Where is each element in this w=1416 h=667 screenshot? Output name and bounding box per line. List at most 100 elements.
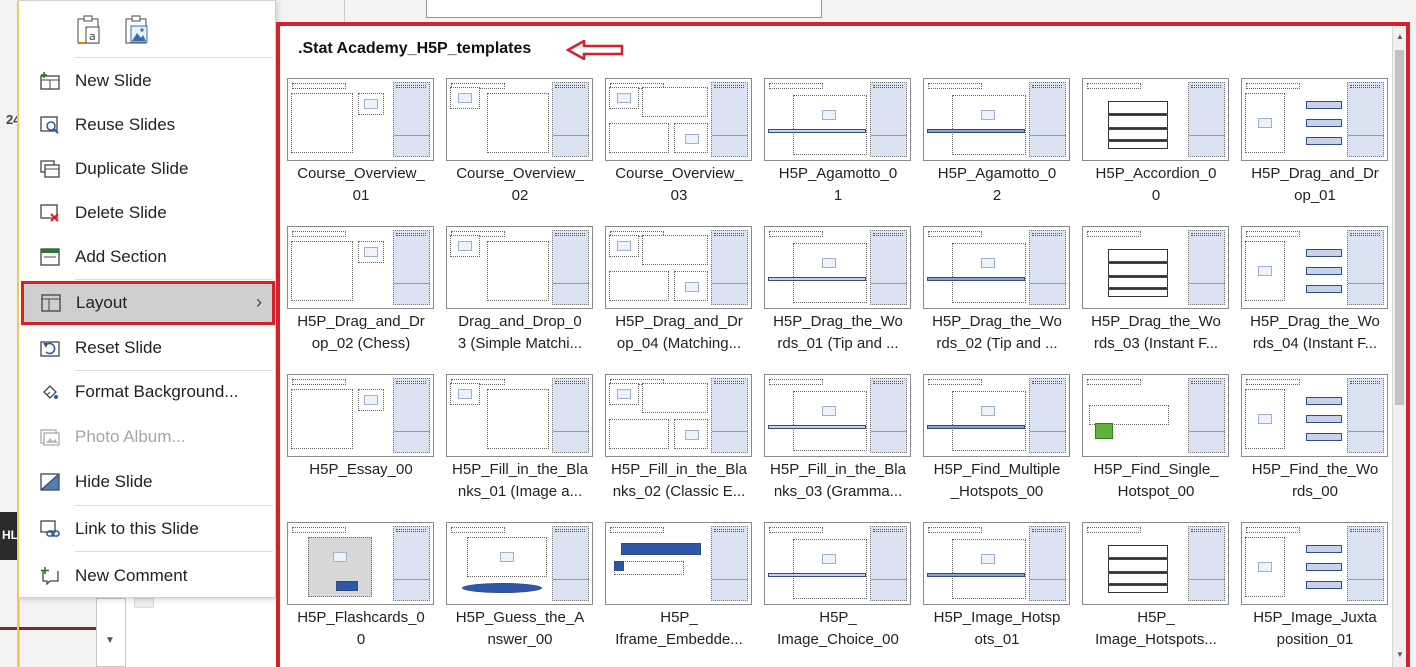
layout-name: H5P_ Image_Hotspots...: [1080, 607, 1232, 651]
scroll-thumb[interactable]: [1395, 50, 1404, 405]
layout-name: H5P_ Iframe_Embedde...: [603, 607, 755, 651]
layout-tile[interactable]: H5P_ Iframe_Embedde...: [603, 520, 762, 667]
layout-tile[interactable]: H5P_Fill_in_the_Bla nks_03 (Gramma...: [762, 372, 921, 520]
scroll-down-icon[interactable]: ▼: [105, 635, 115, 646]
layout-name-line1: Course_Overview_: [615, 165, 743, 182]
layout-tile[interactable]: H5P_Image_Hotsp ots_01: [921, 520, 1080, 667]
menu-item-duplicate-slide[interactable]: Duplicate Slide: [23, 149, 275, 189]
layout-tile[interactable]: Course_Overview_ 01: [285, 76, 444, 224]
new-slide-icon: [39, 70, 61, 92]
scroll-down-icon[interactable]: ▼: [1396, 650, 1404, 659]
menu-item-reuse-slides[interactable]: Reuse Slides: [23, 105, 275, 145]
menu-item-label: Delete Slide: [75, 203, 167, 222]
layout-name-line2: Image_Choice_00: [777, 631, 899, 648]
layout-name-line1: H5P_Agamotto_0: [937, 165, 1057, 182]
menu-item-add-section[interactable]: Add Section: [23, 237, 275, 277]
layout-name-line2: rds_03 (Instant F...: [1093, 335, 1219, 352]
layout-tile[interactable]: Course_Overview_ 03: [603, 76, 762, 224]
paste-picture-icon[interactable]: [123, 15, 149, 45]
layout-tile[interactable]: H5P_ Image_Choice_00: [762, 520, 921, 667]
layout-name-line1: H5P_Fill_in_the_Bla: [611, 461, 747, 478]
menu-item-new-comment[interactable]: New Comment: [23, 556, 275, 596]
layout-tile[interactable]: H5P_Guess_the_A nswer_00: [444, 520, 603, 667]
layout-thumbnail: [605, 78, 752, 161]
layout-tile[interactable]: H5P_Agamotto_0 2: [921, 76, 1080, 224]
layout-tile[interactable]: Course_Overview_ 02: [444, 76, 603, 224]
layout-name: H5P_Fill_in_the_Bla nks_02 (Classic E...: [603, 459, 755, 503]
menu-item-link-slide[interactable]: Link to this Slide: [23, 509, 275, 549]
menu-item-format-background[interactable]: Format Background...: [23, 372, 275, 412]
layout-name-line1: H5P_Drag_and_Dr: [297, 313, 425, 330]
gallery-scrollbar[interactable]: ▲ ▼: [1392, 26, 1406, 667]
layout-tile[interactable]: H5P_Find_Single_ Hotspot_00: [1080, 372, 1239, 520]
layout-tile[interactable]: H5P_Fill_in_the_Bla nks_01 (Image a...: [444, 372, 603, 520]
layout-name: Course_Overview_ 03: [603, 163, 755, 207]
layout-tile[interactable]: H5P_Essay_00: [285, 372, 444, 520]
layout-tile[interactable]: H5P_Drag_the_Wo rds_04 (Instant F...: [1239, 224, 1398, 372]
layout-tile[interactable]: H5P_Drag_the_Wo rds_01 (Tip and ...: [762, 224, 921, 372]
layout-name: H5P_Guess_the_A nswer_00: [444, 607, 596, 651]
layout-name-line2: nswer_00: [487, 631, 553, 648]
layout-tile[interactable]: H5P_Find_Multiple _Hotspots_00: [921, 372, 1080, 520]
menu-outline: [17, 1, 19, 667]
layout-name-line1: H5P_Image_Juxta: [1253, 609, 1377, 626]
layout-tile[interactable]: H5P_Drag_the_Wo rds_02 (Tip and ...: [921, 224, 1080, 372]
layout-name-line2: rds_04 (Instant F...: [1252, 335, 1378, 352]
layout-tile[interactable]: H5P_Flashcards_0 0: [285, 520, 444, 667]
layout-thumbnail: [1241, 78, 1388, 161]
layout-name-line2: _Hotspots_00: [950, 483, 1044, 500]
layout-name-line2: rds_01 (Tip and ...: [777, 335, 899, 352]
annotation-arrow-icon: [566, 40, 624, 60]
layout-gallery: .Stat Academy_H5P_templates Course_Overv…: [276, 22, 1410, 667]
layout-name-line2: 0: [1151, 187, 1161, 204]
layout-thumbnail: [764, 226, 911, 309]
layout-name-line1: Course_Overview_: [456, 165, 584, 182]
layout-icon: [40, 292, 62, 314]
layout-tile[interactable]: H5P_Find_the_Wo rds_00: [1239, 372, 1398, 520]
layout-tile[interactable]: H5P_Drag_the_Wo rds_03 (Instant F...: [1080, 224, 1239, 372]
layout-thumbnail: [1241, 226, 1388, 309]
layout-name-line2: 2: [992, 187, 1002, 204]
ribbon-fragment: [276, 0, 1416, 22]
layout-tile[interactable]: H5P_Drag_and_Dr op_01: [1239, 76, 1398, 224]
layout-tile[interactable]: H5P_Accordion_0 0: [1080, 76, 1239, 224]
menu-item-new-slide[interactable]: New Slide: [23, 61, 275, 101]
menu-item-hide-slide[interactable]: Hide Slide: [23, 462, 275, 502]
menu-item-reset-slide[interactable]: Reset Slide: [23, 328, 275, 368]
layout-name-line1: H5P_Find_Single_: [1093, 461, 1219, 478]
layout-grid: Course_Overview_ 01 Course_Overview_ 02 Cour…: [285, 76, 1395, 667]
layout-thumbnail: [446, 226, 593, 309]
menu-item-delete-slide[interactable]: Delete Slide: [23, 193, 275, 233]
layout-thumbnail: [605, 226, 752, 309]
hide-slide-icon: [39, 471, 61, 493]
paste-options: a: [75, 15, 149, 45]
scroll-up-icon[interactable]: ▲: [1396, 32, 1404, 41]
layout-name-line2: op_01: [1294, 187, 1336, 204]
add-section-icon: [39, 246, 61, 268]
layout-name-line2: 03: [670, 187, 688, 204]
layout-name-line1: H5P_Drag_the_Wo: [1250, 313, 1380, 330]
layout-name: H5P_Image_Juxta position_01: [1239, 607, 1391, 651]
layout-tile[interactable]: H5P_Fill_in_the_Bla nks_02 (Classic E...: [603, 372, 762, 520]
layout-name: H5P_Drag_the_Wo rds_01 (Tip and ...: [762, 311, 914, 355]
layout-tile[interactable]: H5P_Image_Juxta position_01: [1239, 520, 1398, 667]
layout-tile[interactable]: Drag_and_Drop_0 3 (Simple Matchi...: [444, 224, 603, 372]
chevron-right-icon: ›: [256, 292, 262, 312]
layout-name-line1: H5P_: [819, 609, 857, 626]
panel-scrollbar[interactable]: ▼: [96, 598, 126, 667]
layout-name: H5P_Drag_the_Wo rds_02 (Tip and ...: [921, 311, 1073, 355]
delete-slide-icon: [39, 202, 61, 224]
layout-thumbnail: [287, 522, 434, 605]
layout-tile[interactable]: H5P_ Image_Hotspots...: [1080, 520, 1239, 667]
menu-item-label: Duplicate Slide: [75, 159, 189, 178]
layout-tile[interactable]: H5P_Drag_and_Dr op_02 (Chess): [285, 224, 444, 372]
menu-item-label: Reuse Slides: [75, 115, 176, 134]
layout-name-line2: 01: [352, 187, 370, 204]
layout-tile[interactable]: H5P_Agamotto_0 1: [762, 76, 921, 224]
layout-tile[interactable]: H5P_Drag_and_Dr op_04 (Matching...: [603, 224, 762, 372]
menu-item-layout[interactable]: Layout ›: [21, 281, 275, 325]
layout-name-line2: nks_02 (Classic E...: [612, 483, 746, 500]
paste-keep-text-icon[interactable]: a: [75, 15, 101, 45]
layout-name-line1: H5P_Drag_the_Wo: [1091, 313, 1221, 330]
layout-name-line1: H5P_Image_Hotsp: [933, 609, 1061, 626]
